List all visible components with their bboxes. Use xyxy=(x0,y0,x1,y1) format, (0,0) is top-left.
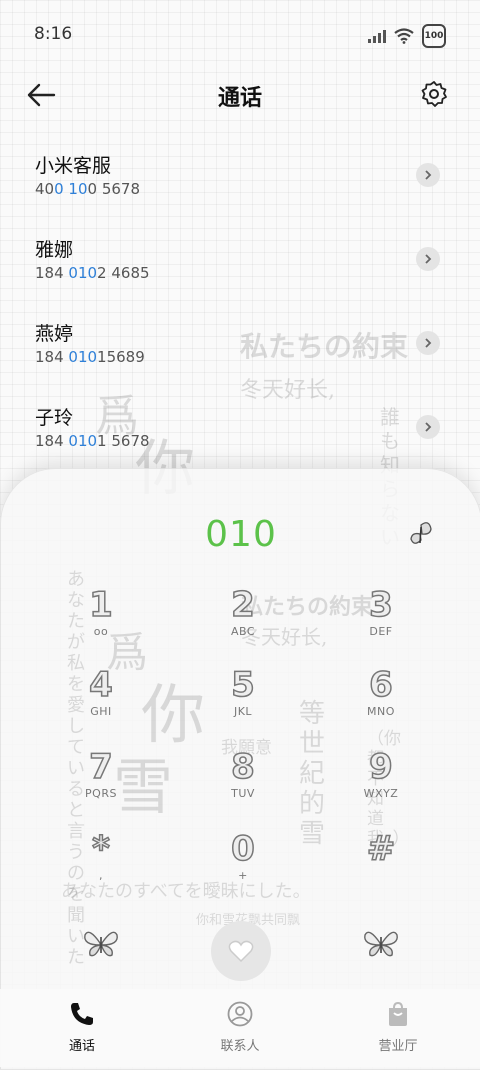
heart-icon xyxy=(228,940,254,963)
contact-row[interactable]: 雅娜 184 0102 4685 xyxy=(0,219,480,303)
dialer-panel: 私たちの約束 冬天好长, 爲 你 雪 我願意 等世紀的雪 あなたが私を愛している… xyxy=(0,468,480,1070)
signal-icon xyxy=(368,29,386,43)
call-button[interactable] xyxy=(211,921,271,981)
page-title: 通话 xyxy=(217,86,262,111)
chevron-right-icon[interactable] xyxy=(416,163,440,187)
sim2-butterfly-icon[interactable] xyxy=(363,927,399,959)
key-hash[interactable]: # xyxy=(321,828,441,899)
header: 通话 xyxy=(0,68,480,122)
status-bar: 8:16 100 xyxy=(0,0,480,68)
chevron-right-icon[interactable] xyxy=(416,247,440,271)
nav-service-hall[interactable]: 营业厅 xyxy=(338,1001,458,1054)
recent-calls-list: 小米客服 400 100 5678 雅娜 184 0102 4685 燕婷 18… xyxy=(0,135,480,471)
contact-name: 小米客服 xyxy=(35,155,112,177)
chevron-right-icon[interactable] xyxy=(416,331,440,355)
gear-icon[interactable] xyxy=(420,80,448,108)
key-9[interactable]: 9 WXYZ xyxy=(321,746,441,817)
nav-calls[interactable]: 通话 xyxy=(22,1001,142,1054)
key-3[interactable]: 3 DEF xyxy=(321,584,441,655)
butterfly-icon[interactable] xyxy=(409,521,433,547)
nav-label-service-hall: 营业厅 xyxy=(378,1039,418,1054)
contact-name: 子玲 xyxy=(35,407,74,429)
battery-icon: 100 xyxy=(422,24,446,48)
contact-name: 雅娜 xyxy=(35,239,74,261)
contact-row[interactable]: 小米客服 400 100 5678 xyxy=(0,135,480,219)
nav-label-calls: 通话 xyxy=(68,1039,95,1054)
chevron-right-icon[interactable] xyxy=(416,415,440,439)
contact-row[interactable]: 子玲 184 0101 5678 xyxy=(0,387,480,471)
bottom-nav: 通话 联系人 营业厅 xyxy=(0,989,480,1067)
key-5[interactable]: 5 JKL xyxy=(183,664,303,735)
key-0[interactable]: 0 + xyxy=(183,828,303,899)
key-star[interactable]: *, xyxy=(41,828,161,899)
shop-bag-icon xyxy=(389,1001,407,1026)
key-6[interactable]: 6 MNO xyxy=(321,664,441,735)
call-row xyxy=(1,921,480,985)
nav-label-contacts: 联系人 xyxy=(220,1039,260,1054)
status-time: 8:16 xyxy=(34,24,73,44)
contact-number: 184 01015689 xyxy=(35,348,145,366)
nav-contacts[interactable]: 联系人 xyxy=(180,1001,300,1054)
key-4[interactable]: 4 GHI xyxy=(41,664,161,735)
contact-number: 400 100 5678 xyxy=(35,180,141,198)
key-8[interactable]: 8 TUV xyxy=(183,746,303,817)
status-icons: 100 xyxy=(368,24,446,48)
contact-number: 184 0101 5678 xyxy=(35,432,150,450)
wifi-icon xyxy=(394,28,414,44)
sim1-butterfly-icon[interactable] xyxy=(83,927,119,959)
contact-name: 燕婷 xyxy=(35,323,74,345)
key-2[interactable]: 2 ABC xyxy=(183,584,303,655)
key-1[interactable]: 1 oo xyxy=(41,584,161,655)
key-7[interactable]: 7 PQRS xyxy=(41,746,161,817)
contacts-icon xyxy=(227,1001,253,1027)
contact-row[interactable]: 燕婷 184 01015689 xyxy=(0,303,480,387)
phone-icon xyxy=(71,1003,93,1025)
contact-number: 184 0102 4685 xyxy=(35,264,150,282)
